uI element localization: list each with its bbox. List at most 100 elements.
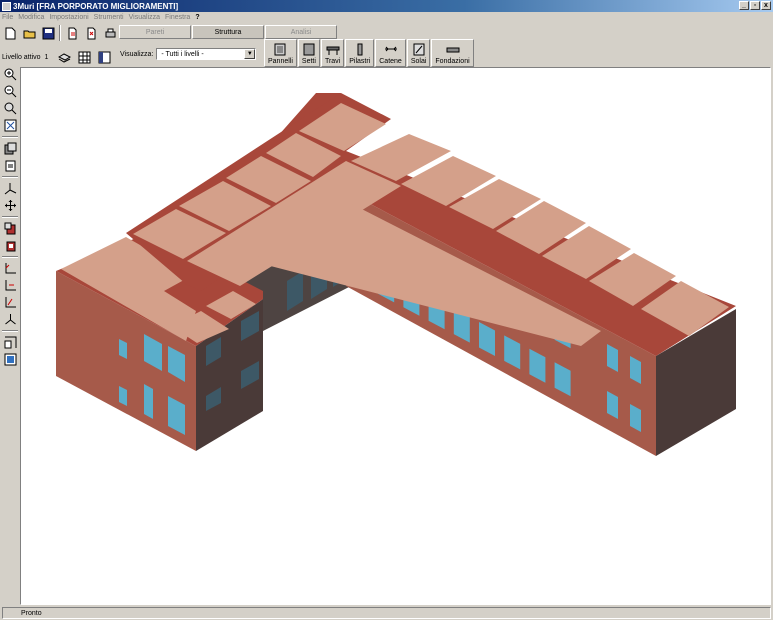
minimize-button[interactable]: _ bbox=[739, 1, 749, 10]
toolbar-separator bbox=[2, 330, 18, 332]
rotate-view-button[interactable] bbox=[2, 180, 18, 197]
column-icon bbox=[357, 43, 363, 56]
wall-icon bbox=[303, 43, 315, 56]
print-icon bbox=[105, 28, 115, 37]
save-icon bbox=[42, 27, 54, 39]
table-button[interactable] bbox=[96, 49, 112, 65]
close-button[interactable]: x bbox=[761, 1, 771, 10]
zoom-out-button[interactable] bbox=[2, 83, 18, 100]
save-button[interactable] bbox=[40, 25, 56, 41]
beam-icon bbox=[326, 46, 340, 55]
view-iso-button[interactable] bbox=[2, 311, 18, 328]
toolbar-separator bbox=[2, 176, 18, 178]
zoom-extents-icon bbox=[4, 119, 16, 132]
pan-icon bbox=[4, 200, 16, 211]
tab-struttura[interactable]: Struttura bbox=[192, 25, 264, 39]
solid-view-icon bbox=[4, 222, 15, 235]
menu-finestra[interactable]: Finestra bbox=[165, 14, 190, 21]
visualizza-label: Visualizza: bbox=[120, 50, 154, 58]
window-title: 3Muri [FRA PORPORATO MIGLIORAMENTI] bbox=[13, 1, 179, 11]
view-yz-button[interactable] bbox=[2, 277, 18, 294]
grid-button[interactable] bbox=[76, 49, 92, 65]
app-icon bbox=[2, 1, 11, 11]
visualizza-value: - Tutti i livelli - bbox=[161, 50, 204, 58]
menu-modifica[interactable]: Modifica bbox=[18, 14, 44, 21]
solai-button[interactable]: Solai bbox=[406, 39, 431, 67]
level-label: Livello attivo bbox=[2, 53, 41, 61]
fondazioni-button[interactable]: Fondazioni bbox=[431, 39, 474, 67]
zoom-window-icon bbox=[4, 102, 16, 115]
toolbar-separator bbox=[2, 216, 18, 218]
import-icon bbox=[68, 27, 76, 39]
catene-button[interactable]: Catene bbox=[375, 39, 406, 67]
level-row: Livello attivo 1 bbox=[2, 49, 112, 65]
model-view-canvas[interactable] bbox=[20, 67, 771, 605]
tab-analisi[interactable]: Analisi bbox=[265, 25, 337, 39]
new-file-button[interactable] bbox=[2, 25, 18, 41]
copy-view-button[interactable] bbox=[2, 140, 18, 157]
travi-button[interactable]: Travi bbox=[320, 39, 345, 67]
menu-bar: File Modifica Impostazioni Strumenti Vis… bbox=[0, 12, 773, 23]
layers-icon bbox=[57, 52, 71, 63]
paste-view-button[interactable] bbox=[2, 157, 18, 174]
axes-icon bbox=[4, 183, 16, 195]
paste-icon bbox=[5, 160, 15, 172]
menu-visualizza[interactable]: Visualizza bbox=[129, 14, 160, 21]
mode-tabs: Pareti Struttura Analisi bbox=[119, 25, 338, 39]
foundation-icon bbox=[446, 47, 460, 53]
chevron-down-icon[interactable]: ▼ bbox=[244, 49, 256, 59]
menu-file[interactable]: File bbox=[2, 14, 13, 21]
new-file-icon bbox=[5, 27, 15, 39]
view-xz-button[interactable] bbox=[2, 260, 18, 277]
toolbar-separator bbox=[2, 136, 18, 138]
floor-slab-icon bbox=[413, 43, 425, 56]
render-icon bbox=[4, 353, 16, 366]
tab-pareti[interactable]: Pareti bbox=[119, 25, 191, 39]
pan-button[interactable] bbox=[2, 197, 18, 214]
visualizza-select[interactable]: - Tutti i livelli - ▼ bbox=[156, 48, 257, 60]
toolbar-separator bbox=[2, 256, 18, 258]
solid-view-button[interactable] bbox=[2, 220, 18, 237]
view-xy-button[interactable] bbox=[2, 294, 18, 311]
zoom-window-button[interactable] bbox=[2, 100, 18, 117]
toolbar-separator bbox=[59, 25, 61, 41]
building-3d-model[interactable] bbox=[21, 68, 770, 604]
axis-xz-icon bbox=[5, 263, 16, 274]
open-folder-icon bbox=[23, 30, 35, 38]
table-icon bbox=[98, 51, 111, 63]
section-icon bbox=[4, 336, 16, 349]
menu-help[interactable]: ? bbox=[195, 14, 199, 21]
section-button[interactable] bbox=[2, 334, 18, 351]
print-button[interactable] bbox=[102, 25, 118, 41]
title-bar: 3Muri [FRA PORPORATO MIGLIORAMENTI] _ ▫ … bbox=[0, 0, 773, 12]
zoom-out-icon bbox=[4, 85, 16, 98]
view-toolbar bbox=[0, 66, 20, 606]
menu-strumenti[interactable]: Strumenti bbox=[94, 14, 124, 21]
status-text: Pronto bbox=[2, 607, 771, 619]
render-button[interactable] bbox=[2, 351, 18, 368]
axis-iso-icon bbox=[4, 314, 16, 325]
menu-impostazioni[interactable]: Impostazioni bbox=[49, 14, 88, 21]
open-file-button[interactable] bbox=[21, 25, 37, 41]
axis-xy-icon bbox=[5, 297, 16, 308]
setti-button[interactable]: Setti bbox=[297, 39, 320, 67]
wire-view-icon bbox=[6, 241, 15, 252]
grid-icon bbox=[78, 51, 91, 63]
levels-button[interactable] bbox=[56, 49, 72, 65]
tie-rod-icon bbox=[384, 46, 397, 52]
visualizza-row: Visualizza: - Tutti i livelli - ▼ bbox=[120, 48, 257, 60]
zoom-in-button[interactable] bbox=[2, 66, 18, 83]
import-button[interactable] bbox=[64, 25, 80, 41]
pilastri-button[interactable]: Pilastri bbox=[345, 39, 375, 67]
report-button[interactable] bbox=[83, 25, 99, 41]
pannelli-button[interactable]: Pannelli bbox=[264, 39, 297, 67]
struttura-toolbar: Pannelli Setti Travi Pilastri Catene Sol… bbox=[264, 39, 475, 67]
level-value: 1 bbox=[44, 53, 49, 61]
zoom-extents-button[interactable] bbox=[2, 117, 18, 134]
zoom-in-icon bbox=[4, 68, 16, 81]
wire-view-button[interactable] bbox=[2, 237, 18, 254]
axis-yz-icon bbox=[5, 280, 16, 291]
status-bar: Pronto bbox=[0, 606, 773, 620]
maximize-button[interactable]: ▫ bbox=[750, 1, 760, 10]
panel-icon bbox=[274, 43, 286, 56]
